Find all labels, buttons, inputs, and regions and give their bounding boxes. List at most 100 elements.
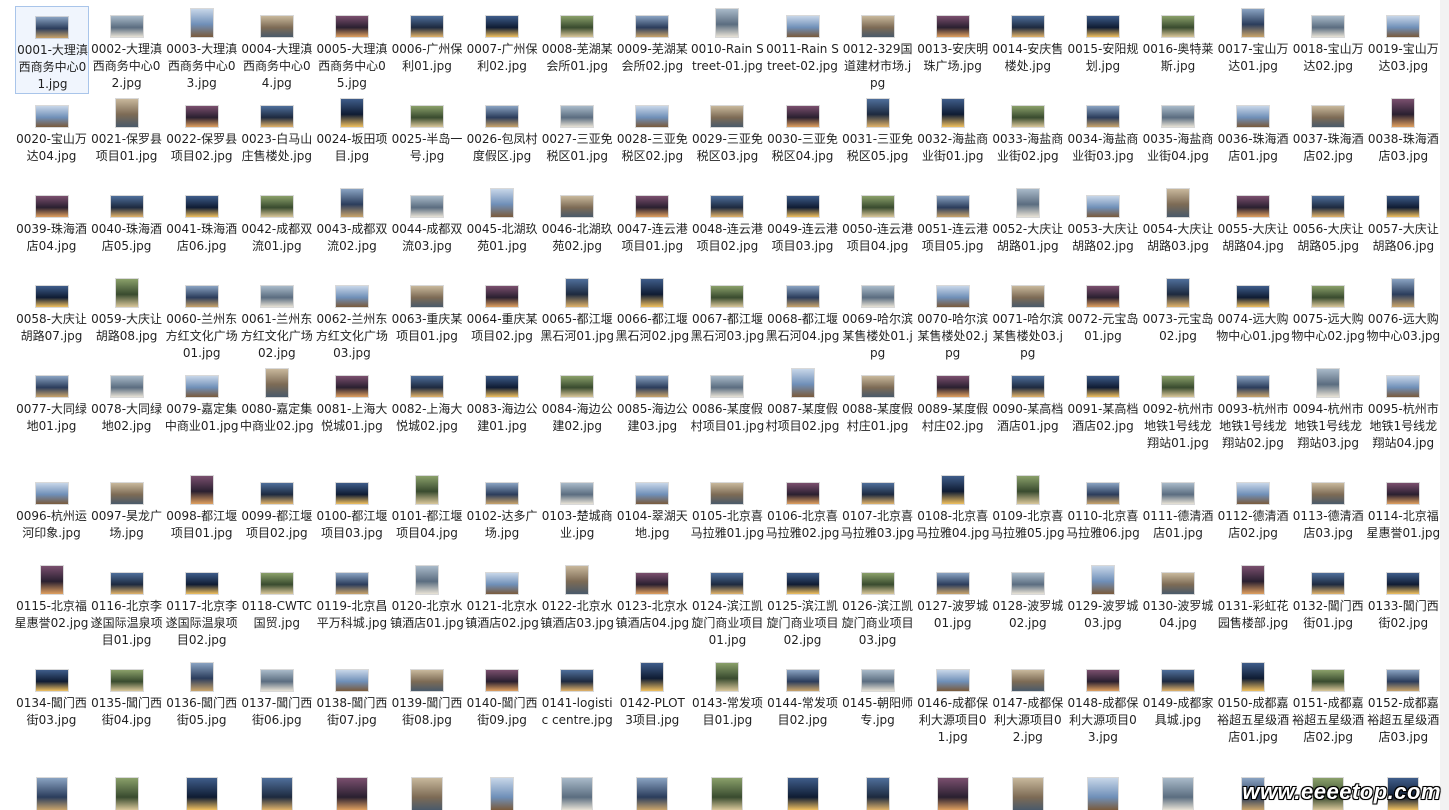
file-item[interactable]: 0030-三亚免税区04.jpg xyxy=(766,96,840,176)
file-item[interactable]: 0123-北京水镇酒店04.jpg xyxy=(615,563,689,643)
file-item[interactable]: 0047-连云港项目01.jpg xyxy=(615,186,689,266)
file-item[interactable]: 0046-北湖玖苑02.jpg xyxy=(540,186,614,266)
file-item[interactable]: 0143-常发项目01.jpg xyxy=(690,660,764,740)
file-item[interactable]: 0057-大庆让胡路06.jpg xyxy=(1366,186,1440,266)
file-item[interactable]: 0112-德清酒店02.jpg xyxy=(1216,473,1290,553)
file-item[interactable]: 0078-大同绿地02.jpg xyxy=(90,366,164,446)
file-item[interactable]: 0109-北京喜马拉雅05.jpg xyxy=(991,473,1065,553)
file-item[interactable]: 0018-宝山万达02.jpg xyxy=(1291,6,1365,86)
file-item[interactable]: 0152-成都嘉裕超五星级酒店03.jpg xyxy=(1366,660,1440,744)
file-item[interactable]: 0040-珠海酒店05.jpg xyxy=(90,186,164,266)
file-item[interactable]: 0012-329国道建材市场.jpg xyxy=(841,6,915,90)
file-item[interactable]: 0059-大庆让胡路08.jpg xyxy=(90,276,164,356)
file-item[interactable]: 0031-三亚免税区05.jpg xyxy=(841,96,915,176)
file-item[interactable]: 0007-广州保利02.jpg xyxy=(465,6,539,86)
file-item[interactable]: 0042-成都双流01.jpg xyxy=(240,186,314,266)
file-item[interactable]: 0095-杭州市地铁1号线龙翔站04.jpg xyxy=(1366,366,1440,450)
file-item[interactable]: 0098-都江堰项目01.jpg xyxy=(165,473,239,553)
file-item[interactable]: 0118-CWTC国贸.jpg xyxy=(240,563,314,643)
file-item[interactable]: 0136-閶门西街05.jpg xyxy=(165,660,239,740)
file-item[interactable]: 0021-保罗县项目01.jpg xyxy=(90,96,164,176)
file-item[interactable]: 0131-彩虹花园售楼部.jpg xyxy=(1216,563,1290,643)
file-item[interactable]: 0111-德清酒店01.jpg xyxy=(1141,473,1215,553)
file-item[interactable]: 0137-閶门西街06.jpg xyxy=(240,660,314,740)
file-item[interactable]: 0145-朝阳师专.jpg xyxy=(841,660,915,740)
file-item[interactable]: 0058-大庆让胡路07.jpg xyxy=(15,276,89,356)
file-item[interactable]: 0028-三亚免税区02.jpg xyxy=(615,96,689,176)
file-item[interactable]: 0120-北京水镇酒店01.jpg xyxy=(390,563,464,643)
file-item[interactable]: 0053-大庆让胡路02.jpg xyxy=(1066,186,1140,266)
file-item[interactable]: 0027-三亚免税区01.jpg xyxy=(540,96,614,176)
file-item[interactable]: 0133-閶门西街02.jpg xyxy=(1366,563,1440,643)
file-item[interactable]: 0006-广州保利01.jpg xyxy=(390,6,464,86)
file-item[interactable]: 0039-珠海酒店04.jpg xyxy=(15,186,89,266)
file-item[interactable]: 0148-成都保利大源项目03.jpg xyxy=(1066,660,1140,744)
file-item[interactable]: 0044-成都双流03.jpg xyxy=(390,186,464,266)
file-item[interactable]: 0008-芜湖某会所01.jpg xyxy=(540,6,614,86)
file-item[interactable]: 0016-奥特莱斯.jpg xyxy=(1141,6,1215,86)
file-item[interactable]: 0076-远大购物中心03.jpg xyxy=(1366,276,1440,356)
file-item[interactable]: 0017-宝山万达01.jpg xyxy=(1216,6,1290,86)
file-item[interactable]: 0049-连云港项目03.jpg xyxy=(766,186,840,266)
file-item[interactable]: 0036-珠海酒店01.jpg xyxy=(1216,96,1290,176)
file-item[interactable]: 0124-滨江凯旋门商业项目01.jpg xyxy=(690,563,764,647)
file-item[interactable]: 0084-海边公建02.jpg xyxy=(540,366,614,446)
file-item[interactable]: 0037-珠海酒店02.jpg xyxy=(1291,96,1365,176)
file-item[interactable]: 0065-都江堰黑石河01.jpg xyxy=(540,276,614,356)
file-item[interactable]: 0146-成都保利大源项目01.jpg xyxy=(916,660,990,744)
file-item[interactable]: 0149-成都家具城.jpg xyxy=(1141,660,1215,740)
file-item[interactable]: 0024-坂田项目.jpg xyxy=(315,96,389,176)
file-item[interactable]: 0121-北京水镇酒店02.jpg xyxy=(465,563,539,643)
file-item[interactable]: 0094-杭州市地铁1号线龙翔站03.jpg xyxy=(1291,366,1365,450)
file-item[interactable]: 0107-北京喜马拉雅03.jpg xyxy=(841,473,915,553)
file-item[interactable]: 0140-閶门西街09.jpg xyxy=(465,660,539,740)
file-item[interactable]: 0064-重庆某项目02.jpg xyxy=(465,276,539,356)
file-item[interactable]: 0128-波罗城02.jpg xyxy=(991,563,1065,643)
file-item[interactable]: 0043-成都双流02.jpg xyxy=(315,186,389,266)
file-item[interactable]: 0072-元宝岛01.jpg xyxy=(1066,276,1140,356)
vertical-scrollbar[interactable] xyxy=(1440,0,1449,810)
file-item[interactable]: 0022-保罗县项目02.jpg xyxy=(165,96,239,176)
file-item[interactable]: 0085-海边公建03.jpg xyxy=(615,366,689,446)
file-item[interactable]: 0142-PLOT 3项目.jpg xyxy=(615,660,689,740)
file-item[interactable]: 0035-海盐商业街04.jpg xyxy=(1141,96,1215,176)
file-item[interactable]: 0061-兰州东方红文化广场02.jpg xyxy=(240,276,314,360)
file-item[interactable]: 0025-半岛一号.jpg xyxy=(390,96,464,176)
file-item[interactable]: 0067-都江堰黑石河03.jpg xyxy=(690,276,764,356)
file-item[interactable]: 0099-都江堰项目02.jpg xyxy=(240,473,314,553)
file-item[interactable]: 0092-杭州市地铁1号线龙翔站01.jpg xyxy=(1141,366,1215,450)
file-item[interactable]: 0055-大庆让胡路04.jpg xyxy=(1216,186,1290,266)
file-item[interactable]: 0132-閶门西街01.jpg xyxy=(1291,563,1365,643)
file-item[interactable]: 0130-波罗城04.jpg xyxy=(1141,563,1215,643)
file-item[interactable]: 0139-閶门西街08.jpg xyxy=(390,660,464,740)
file-item[interactable]: 0126-滨江凯旋门商业项目03.jpg xyxy=(841,563,915,647)
file-item[interactable]: 0080-嘉定集中商业02.jpg xyxy=(240,366,314,446)
file-item[interactable]: 0034-海盐商业街03.jpg xyxy=(1066,96,1140,176)
file-item[interactable]: 0050-连云港项目04.jpg xyxy=(841,186,915,266)
file-item[interactable]: 0009-芜湖某会所02.jpg xyxy=(615,6,689,86)
file-item[interactable]: 0122-北京水镇酒店03.jpg xyxy=(540,563,614,643)
file-item[interactable]: 0074-远大购物中心01.jpg xyxy=(1216,276,1290,356)
file-item[interactable]: 0129-波罗城03.jpg xyxy=(1066,563,1140,643)
file-item[interactable]: 0069-哈尔滨某售楼处01.jpg xyxy=(841,276,915,360)
file-item[interactable]: 0108-北京喜马拉雅04.jpg xyxy=(916,473,990,553)
file-item[interactable]: 0005-大理滇西商务中心05.jpg xyxy=(315,6,389,90)
file-item[interactable]: 0077-大同绿地01.jpg xyxy=(15,366,89,446)
file-item[interactable]: 0106-北京喜马拉雅02.jpg xyxy=(766,473,840,553)
file-item[interactable]: 0115-北京福星惠誉02.jpg xyxy=(15,563,89,643)
file-item[interactable]: 0102-达多广场.jpg xyxy=(465,473,539,553)
file-item[interactable]: 0147-成都保利大源项目02.jpg xyxy=(991,660,1065,744)
file-item[interactable]: 0097-昊龙广场.jpg xyxy=(90,473,164,553)
file-item[interactable]: 0003-大理滇西商务中心03.jpg xyxy=(165,6,239,90)
file-item[interactable]: 0151-成都嘉裕超五星级酒店02.jpg xyxy=(1291,660,1365,744)
file-item[interactable]: 0150-成都嘉裕超五星级酒店01.jpg xyxy=(1216,660,1290,744)
file-item[interactable]: 0068-都江堰黑石河04.jpg xyxy=(766,276,840,356)
file-item[interactable]: 0032-海盐商业街01.jpg xyxy=(916,96,990,176)
file-item[interactable]: 0113-德清酒店03.jpg xyxy=(1291,473,1365,553)
file-item[interactable]: 0001-大理滇西商务中心01.jpg xyxy=(14,6,89,94)
file-item[interactable]: 0045-北湖玖苑01.jpg xyxy=(465,186,539,266)
file-item[interactable]: 0066-都江堰黑石河02.jpg xyxy=(615,276,689,356)
file-item[interactable]: 0023-白马山庄售楼处.jpg xyxy=(240,96,314,176)
file-item[interactable]: 0070-哈尔滨某售楼处02.jpg xyxy=(916,276,990,360)
file-item[interactable]: 0071-哈尔滨某售楼处03.jpg xyxy=(991,276,1065,360)
